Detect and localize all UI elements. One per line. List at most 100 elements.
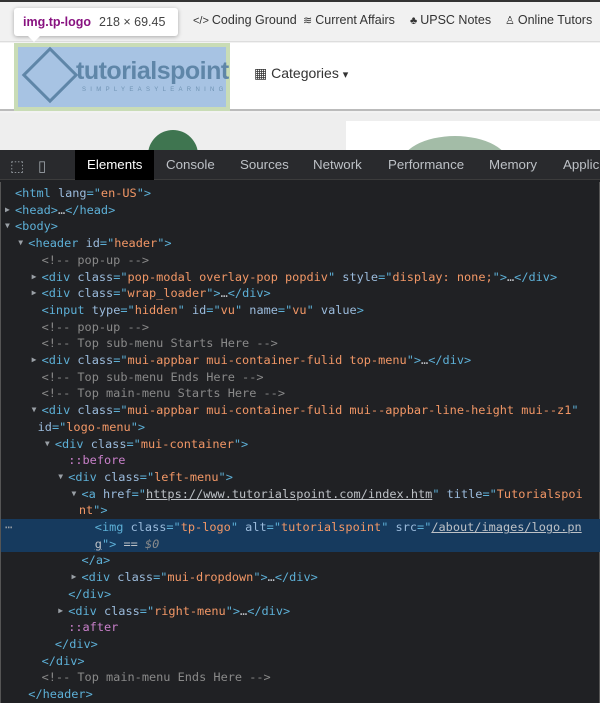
attr-name: class	[77, 286, 114, 301]
tag-token: ="	[131, 486, 146, 501]
node-markup: <html lang="en-US">	[15, 185, 151, 202]
tag-token: ">	[157, 236, 172, 251]
dom-node-line[interactable]: ▶ <div class="pop-modal overlay-pop popdi…	[1, 269, 600, 286]
dom-node-line[interactable]: ▶ <div class="mui-appbar mui-container-fu…	[1, 352, 600, 369]
tab-network[interactable]: Network	[313, 150, 362, 180]
tutorialspoint-logo[interactable]: tutorialspoint SIMPLYEASYLEARNING	[18, 46, 229, 107]
text-token: …	[220, 286, 228, 301]
attr-name: class	[103, 603, 140, 618]
nav-link-upsc-notes[interactable]: ♣ UPSC Notes	[410, 13, 491, 27]
tag-token: ="	[113, 403, 128, 418]
dom-node-line[interactable]: ::before	[1, 452, 600, 469]
attr-name: class	[77, 403, 114, 418]
dom-node-line[interactable]: ▶ <div class="mui-dropdown">…</div>	[1, 569, 600, 586]
collapse-arrow-icon[interactable]: ▼	[5, 218, 10, 235]
expand-arrow-icon[interactable]: ▶	[32, 269, 37, 286]
attr-name: id	[37, 419, 52, 434]
dom-node-line[interactable]: <!-- pop-up -->	[1, 252, 600, 269]
tab-elements[interactable]: Elements	[75, 150, 155, 180]
expand-arrow-icon[interactable]: ▶	[58, 603, 63, 620]
dom-node-line[interactable]: ::after	[1, 619, 600, 636]
expand-arrow-icon[interactable]: ▶	[32, 352, 37, 369]
dom-node-line[interactable]: <!-- pop-up -->	[1, 319, 600, 336]
attr-value: hidden	[134, 302, 178, 317]
tab-memory[interactable]: Memory	[489, 150, 537, 180]
tag-token: ">	[93, 503, 108, 518]
device-toolbar-icon[interactable]: ▯	[38, 157, 46, 175]
logo-highlight[interactable]: tutorialspoint SIMPLYEASYLEARNING	[14, 43, 230, 111]
dom-node-line[interactable]: ▼ <div class="mui-container">	[1, 436, 600, 453]
dom-node-line[interactable]: ▶ <div class="right-menu">…</div>	[1, 603, 600, 620]
dom-node-line[interactable]: ▼ <body>	[1, 218, 600, 235]
dom-node-line[interactable]: </a>	[1, 552, 600, 569]
tab-sources[interactable]: Sources	[240, 150, 289, 180]
dom-node-line[interactable]: nt">	[1, 502, 600, 519]
node-markup: <div class="left-menu">	[68, 469, 233, 486]
nav-link-coding-ground[interactable]: </> Coding Ground	[193, 13, 297, 27]
elements-tree[interactable]: <html lang="en-US"> ▶ <head>…</head> ▼ <body…	[0, 182, 600, 703]
tag-token: ="	[166, 520, 181, 534]
dom-node-line[interactable]: <!-- Top sub-menu Starts Here -->	[1, 335, 600, 352]
dom-node-line[interactable]: </header>	[1, 686, 600, 703]
attr-name: id	[191, 302, 207, 317]
tag-token: "	[327, 269, 343, 284]
nav-link-current-affairs[interactable]: ≋ Current Affairs	[303, 13, 395, 27]
dom-node-line[interactable]: <html lang="en-US">	[1, 185, 600, 202]
attr-value: en-US	[100, 186, 137, 200]
more-options-icon[interactable]: ⋯	[5, 519, 12, 536]
tag-token: <html	[15, 186, 58, 200]
dom-node-line[interactable]: <!-- Top main-menu Starts Here -->	[1, 385, 600, 402]
tag-token: ="	[113, 353, 128, 367]
dom-node-line[interactable]: ▼ <div class="mui-appbar mui-container-fu…	[1, 402, 600, 419]
dom-node-line[interactable]: </div>	[1, 653, 600, 670]
dom-node-line[interactable]: <!-- Top main-menu Ends Here -->	[1, 669, 600, 686]
dom-node-line[interactable]: </div>	[1, 636, 600, 653]
logo-diamond-icon	[21, 46, 79, 104]
tag-token: <input	[41, 302, 92, 317]
tag-token: ="	[113, 269, 128, 284]
dom-node-line[interactable]: ▶ <head>…</head>	[1, 202, 600, 219]
collapse-arrow-icon[interactable]: ▼	[72, 486, 77, 503]
dom-node-line[interactable]: ▼ <header id="header">	[1, 235, 600, 252]
dom-node-selected[interactable]: g"> == $0	[1, 535, 600, 553]
link-value[interactable]: g	[95, 537, 102, 551]
tag-token: ">	[233, 436, 249, 451]
tab-applic[interactable]: Applic	[563, 150, 599, 180]
nav-link-label: UPSC Notes	[420, 13, 492, 27]
nav-link-online-tutors[interactable]: ♙ Online Tutors	[505, 13, 592, 27]
dom-node-line[interactable]: ▼ <a href="https://www.tutorialspoint.com…	[1, 486, 600, 503]
tag-token: ">	[492, 269, 507, 284]
dom-node-line[interactable]: ▶ <div class="wrap_loader">…</div>	[1, 285, 600, 302]
tab-console[interactable]: Console	[166, 150, 215, 180]
tag-token: ="	[153, 570, 168, 585]
link-value[interactable]: https://www.tutorialspoint.com/index.htm	[146, 487, 432, 501]
attr-value: mui-container	[140, 436, 234, 451]
dom-node-line[interactable]: </div>	[1, 586, 600, 603]
inspect-element-icon[interactable]: ⬚	[10, 157, 24, 175]
categories-dropdown[interactable]: ▦ Categories ▾	[254, 65, 348, 82]
node-markup: <div class="pop-modal overlay-pop popdiv…	[42, 269, 558, 286]
expand-arrow-icon[interactable]: ▶	[5, 202, 10, 219]
collapse-arrow-icon[interactable]: ▼	[58, 469, 63, 486]
expand-arrow-icon[interactable]: ▶	[32, 285, 37, 302]
tag-token: ">	[218, 469, 233, 484]
collapse-arrow-icon[interactable]: ▼	[18, 235, 23, 252]
collapse-arrow-icon[interactable]: ▼	[32, 402, 37, 419]
node-markup: <div class="mui-appbar mui-container-ful…	[42, 402, 579, 419]
dom-node-line[interactable]: id="logo-menu">	[1, 419, 600, 436]
dom-node-line[interactable]: <input type="hidden" id="vu" name="vu" v…	[1, 302, 600, 319]
tag-token: <div	[41, 403, 78, 418]
dom-node-line[interactable]: ▼ <div class="left-menu">	[1, 469, 600, 486]
tag-token: ="	[120, 302, 135, 317]
collapse-arrow-icon[interactable]: ▼	[45, 436, 50, 453]
attr-name: class	[117, 570, 154, 585]
comment: <!-- pop-up -->	[41, 252, 149, 267]
link-value[interactable]: /about/images/logo.pn	[431, 520, 581, 534]
tab-performance[interactable]: Performance	[388, 150, 464, 180]
dom-node-line[interactable]: <!-- Top sub-menu Ends Here -->	[1, 369, 600, 386]
tag-token: ="	[206, 302, 221, 317]
expand-arrow-icon[interactable]: ▶	[72, 569, 77, 586]
tag-token: </div>	[514, 269, 558, 284]
tag-token: </div>	[41, 653, 85, 668]
dom-node-selected[interactable]: ⋯ <img class="tp-logo" alt="tutorialspoin…	[1, 519, 600, 536]
